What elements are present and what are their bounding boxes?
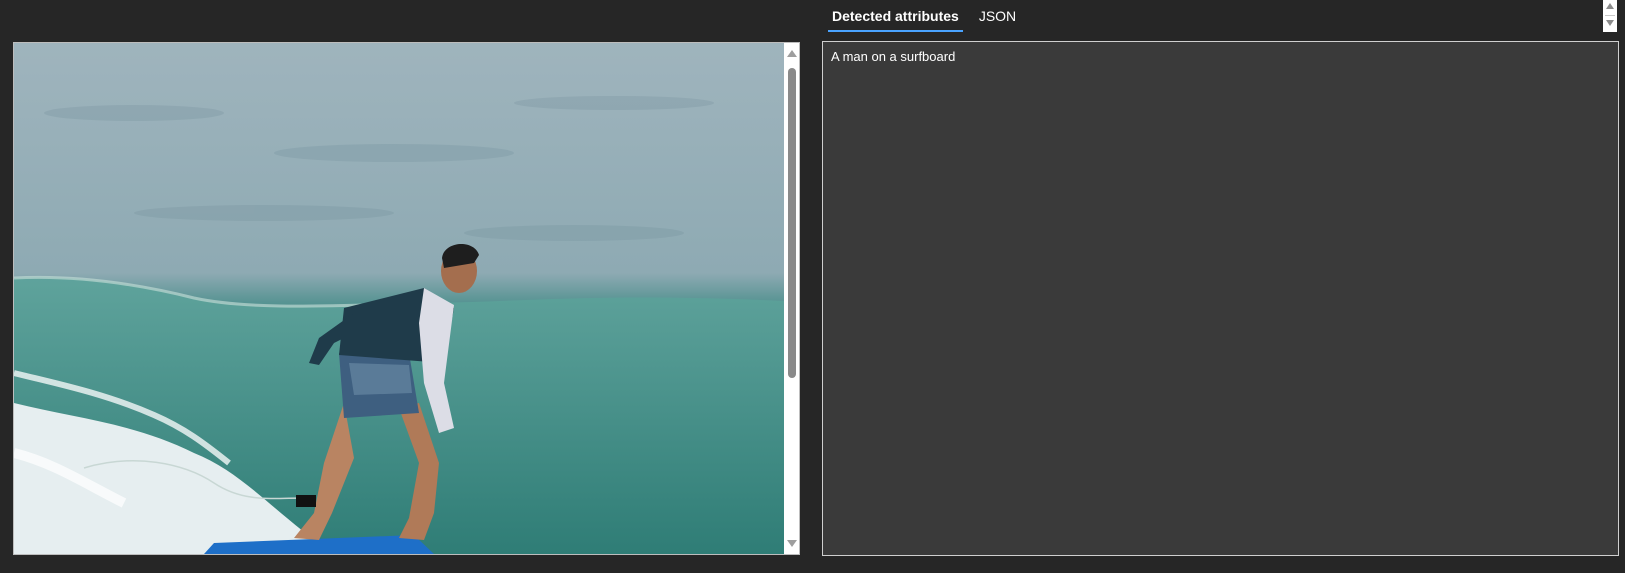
tab-detected-attributes[interactable]: Detected attributes (822, 0, 969, 34)
tab-json[interactable]: JSON (969, 0, 1026, 34)
page-scroll-up-icon[interactable] (1606, 3, 1614, 9)
page-scroll-divider (1605, 15, 1615, 16)
surfer-photo (14, 43, 784, 554)
page-scroll-control[interactable] (1603, 0, 1617, 32)
result-tabs: Detected attributes JSON (822, 0, 1026, 34)
app-root: Detected attributes JSON A man on a surf… (0, 0, 1625, 573)
caption-text: A man on a surfboard (831, 49, 956, 64)
page-scroll-down-icon[interactable] (1606, 20, 1614, 26)
scroll-up-arrow-icon[interactable] (787, 50, 797, 57)
scrollbar-thumb[interactable] (788, 68, 796, 378)
image-vertical-scrollbar[interactable] (784, 43, 799, 554)
image-preview-pane (13, 42, 800, 555)
scroll-down-arrow-icon[interactable] (787, 540, 797, 547)
detected-attributes-panel: A man on a surfboard (822, 41, 1619, 556)
